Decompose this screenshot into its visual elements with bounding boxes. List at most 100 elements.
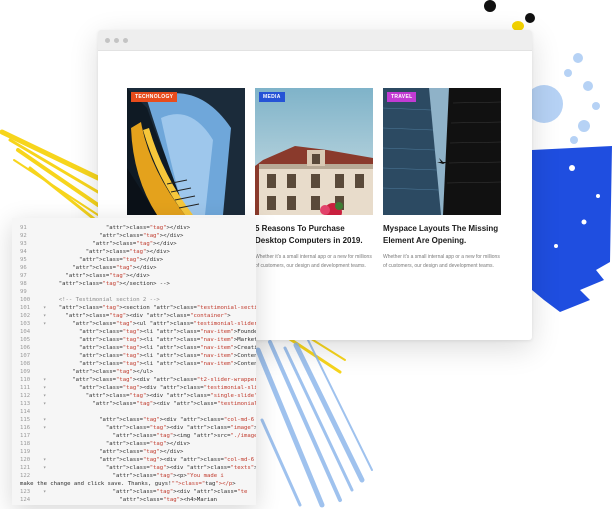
code-line[interactable]: 116 ▾ "attr">class="tag"><div "attr">clas… (12, 424, 256, 432)
code-line[interactable]: 106 "attr">class="tag"><li "attr">class=… (12, 344, 256, 352)
code-line[interactable]: 98 "attr">class="tag"></section> --> (12, 280, 256, 288)
card-image-skyscrapers[interactable]: TRAVEL (383, 88, 501, 215)
code-text: "attr">class="tag"></div> (105, 441, 191, 447)
fold-arrow-icon[interactable]: ▾ (43, 384, 46, 392)
code-text: "attr">class="tag"></div> (92, 241, 177, 247)
code-line[interactable]: 93 "attr">class="tag"></div> (12, 240, 256, 248)
fold-arrow-icon[interactable]: ▾ (43, 424, 46, 432)
code-line[interactable]: 104 "attr">class="tag"><li "attr">class=… (12, 328, 256, 336)
code-line[interactable]: 114 (12, 408, 256, 416)
line-number: 111 (20, 385, 31, 391)
category-badge[interactable]: TRAVEL (387, 92, 417, 102)
line-number: 105 (20, 337, 31, 343)
fold-arrow-icon[interactable]: ▾ (43, 400, 46, 408)
category-badge[interactable]: TECHNOLOGY (131, 92, 178, 102)
code-line[interactable]: 109 "attr">class="tag"></ul> (12, 368, 256, 376)
code-line[interactable]: 96 "attr">class="tag"></div> (12, 264, 256, 272)
window-dot-icon (123, 37, 128, 43)
blog-card[interactable]: TRAVEL Myspace Layouts The Missing Eleme… (383, 88, 501, 270)
code-line[interactable]: 107 "attr">class="tag"><li "attr">class=… (12, 352, 256, 360)
line-number: 122 (20, 473, 31, 479)
card-title[interactable]: Myspace Layouts The Missing Element Are … (383, 223, 501, 247)
code-text: "attr">class="tag"><li "attr">class="nav… (78, 337, 256, 343)
code-text: "attr">class="tag"><img "attr">src="./im… (112, 433, 256, 439)
code-line[interactable]: 92 "attr">class="tag"></div> (12, 232, 256, 240)
card-title[interactable]: 5 Reasons To Purchase Desktop Computers … (255, 223, 373, 247)
line-number: 114 (20, 409, 31, 415)
code-line[interactable]: 91 "attr">class="tag"></div> (12, 224, 256, 232)
code-line[interactable]: 99 (12, 288, 256, 296)
fold-arrow-icon[interactable]: ▾ (43, 392, 46, 400)
code-line[interactable]: make the change and click save. Thanks, … (12, 480, 256, 488)
line-number: 92 (20, 233, 27, 239)
code-line[interactable]: 121 ▾ "attr">class="tag"><div "attr">clas… (12, 464, 256, 472)
code-line[interactable]: 117 "attr">class="tag"><img "attr">src="… (12, 432, 256, 440)
code-text: "attr">class="tag"></div> (72, 265, 157, 271)
fold-arrow-icon[interactable]: ▾ (43, 304, 46, 312)
code-line[interactable]: 97 "attr">class="tag"></div> (12, 272, 256, 280)
code-text: "attr">class="tag"></div> (99, 233, 184, 239)
code-text: "attr">class="tag"><li "attr">class="nav… (78, 329, 256, 335)
code-line[interactable]: 100 <!-- Testimonial section 2 --> (12, 296, 256, 304)
code-line[interactable]: 112 ▾ "attr">class="tag"><div "attr">clas… (12, 392, 256, 400)
card-image-architecture[interactable]: TECHNOLOGY (127, 88, 245, 215)
code-text: "attr">class="tag"><div "attr">class="te… (105, 465, 256, 471)
stairwell-photo (127, 88, 245, 215)
line-number: 99 (20, 289, 27, 295)
line-number: 119 (20, 449, 31, 455)
line-number: 106 (20, 345, 31, 351)
code-line[interactable]: 103 ▾ "attr">class="tag"><ul "attr">class… (12, 320, 256, 328)
line-number: 120 (20, 457, 31, 463)
code-line[interactable]: 95 "attr">class="tag"></div> (12, 256, 256, 264)
code-line[interactable]: 119 "attr">class="tag"></div> (12, 448, 256, 456)
fold-arrow-icon[interactable]: ▾ (43, 488, 46, 496)
code-line[interactable]: 102 ▾ "attr">class="tag"><div "attr">clas… (12, 312, 256, 320)
line-number: 91 (20, 225, 27, 231)
code-text: "attr">class="tag"></div> (78, 257, 164, 263)
code-line[interactable]: 120 ▾ "attr">class="tag"><div "attr">clas… (12, 456, 256, 464)
line-number: 100 (20, 297, 31, 303)
code-line[interactable]: 105 "attr">class="tag"><li "attr">class=… (12, 336, 256, 344)
fold-arrow-icon[interactable]: ▾ (43, 456, 46, 464)
blog-card[interactable]: TECHNOLOGY (127, 88, 245, 215)
card-image-building[interactable]: MEDIA (255, 88, 373, 215)
line-number: 117 (20, 433, 31, 439)
line-number: 95 (20, 257, 27, 263)
code-line[interactable]: 111 ▾ "attr">class="tag"><div "attr">clas… (12, 384, 256, 392)
code-line[interactable]: 108 "attr">class="tag"><li "attr">class=… (12, 360, 256, 368)
code-line[interactable]: 124 "attr">class="tag"><h4>Marian (12, 496, 256, 504)
code-line[interactable]: 118 "attr">class="tag"></div> (12, 440, 256, 448)
code-text: "attr">class="tag"><div "attr">class="co… (99, 417, 255, 423)
code-line[interactable]: 115 ▾ "attr">class="tag"><div "attr">clas… (12, 416, 256, 424)
code-line[interactable]: 110 ▾ "attr">class="tag"><div "attr">clas… (12, 376, 256, 384)
browser-titlebar (98, 30, 532, 51)
code-line[interactable]: 113 ▾ "attr">class="tag"><div "attr">clas… (12, 400, 256, 408)
fold-arrow-icon[interactable]: ▾ (43, 416, 46, 424)
line-number: 108 (20, 361, 31, 367)
code-text: "attr">class="tag"><div "attr">class="t2… (72, 377, 256, 383)
code-text: "attr">class="tag"><div "attr">class="te… (78, 385, 256, 391)
fold-arrow-icon[interactable]: ▾ (43, 312, 46, 320)
code-text: "attr">class="tag"><h4>Marian (119, 497, 218, 503)
fold-arrow-icon[interactable]: ▾ (43, 376, 46, 384)
code-text: "attr">class="tag"></div> (65, 273, 150, 279)
fold-arrow-icon[interactable]: ▾ (43, 320, 46, 328)
code-text: "attr">class="tag"><div "attr">class="si… (85, 393, 256, 399)
line-number: 97 (20, 273, 27, 279)
category-badge[interactable]: MEDIA (259, 92, 285, 102)
line-number: 116 (20, 425, 31, 431)
code-line[interactable]: 101 ▾ "attr">class="tag"><section "attr">… (12, 304, 256, 312)
window-dot-icon (105, 37, 110, 43)
code-line[interactable]: 122 "attr">class="tag"><p>"You made i (12, 472, 256, 480)
code-text: "attr">class="tag"><div "attr">class="co… (99, 457, 255, 463)
line-number: 98 (20, 281, 27, 287)
code-text: "attr">class="tag"><div "attr">class="im… (105, 425, 256, 431)
code-line[interactable]: 94 "attr">class="tag"></div> (12, 248, 256, 256)
blog-card[interactable]: MEDIA 5 Reasons To Purchase Desktop Comp… (255, 88, 373, 270)
code-editor[interactable]: 91 "attr">class="tag"></div> 92 "attr">cl… (12, 218, 256, 505)
code-text: "attr">class="tag"><li "attr">class="nav… (78, 361, 256, 367)
fold-arrow-icon[interactable]: ▾ (43, 464, 46, 472)
code-text: "attr">class="tag"></ul> (72, 369, 154, 375)
line-number: 102 (20, 313, 31, 319)
code-line[interactable]: 123 ▾ "attr">class="tag"><div "attr">clas… (12, 488, 256, 496)
